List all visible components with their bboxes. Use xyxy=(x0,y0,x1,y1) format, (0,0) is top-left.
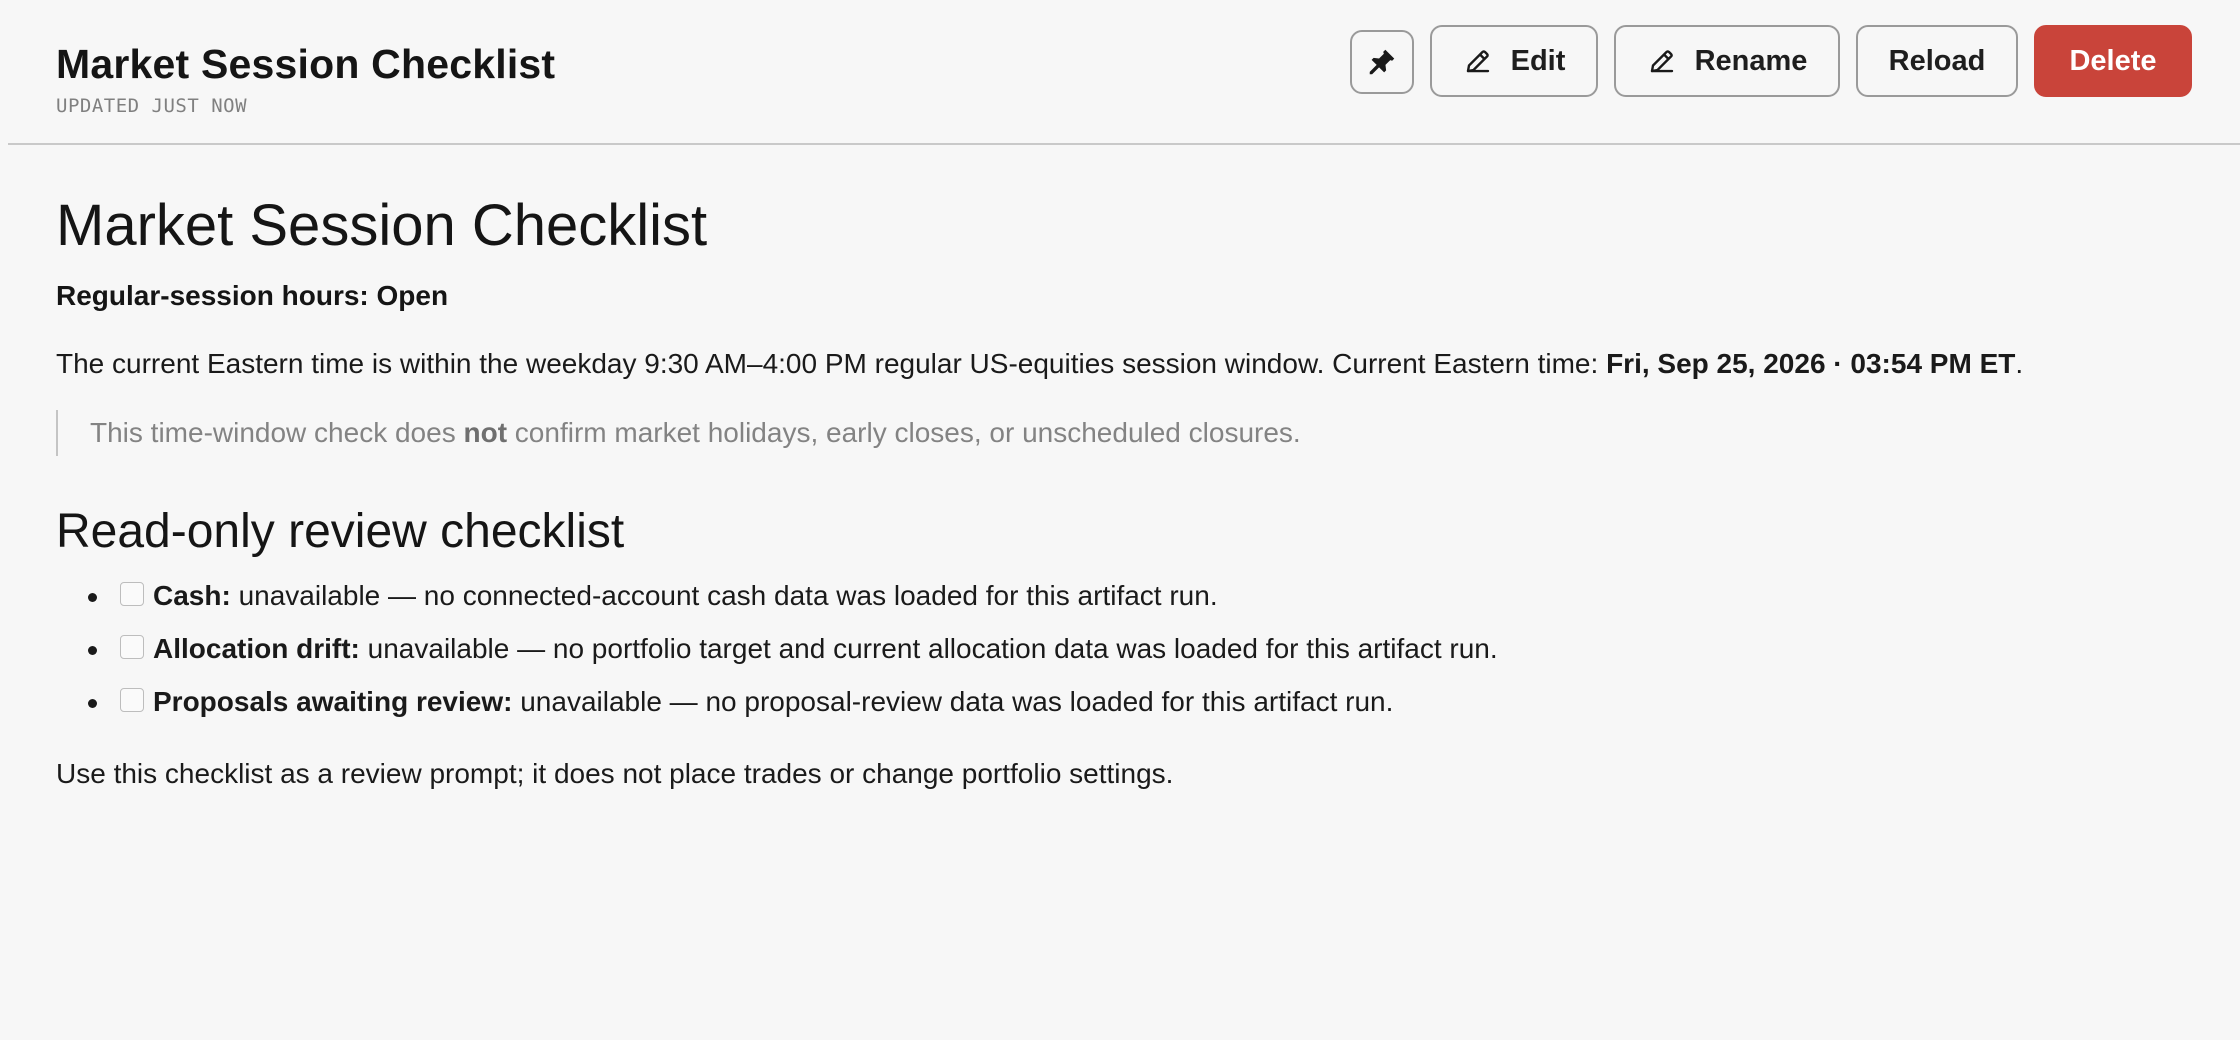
pencil-icon xyxy=(1647,46,1677,76)
pencil-icon xyxy=(1463,46,1493,76)
edit-button[interactable]: Edit xyxy=(1430,25,1598,97)
usage-note: Use this checklist as a review prompt; i… xyxy=(56,758,1174,789)
document-title: Market Session Checklist xyxy=(56,193,708,258)
pin-icon xyxy=(1366,46,1398,78)
checklist-item-text: Allocation drift: unavailable — no portf… xyxy=(153,631,1498,667)
note-text-after: confirm market holidays, early closes, o… xyxy=(507,417,1301,448)
edit-button-label: Edit xyxy=(1510,44,1566,77)
pin-button[interactable] xyxy=(1350,30,1414,94)
current-eastern-time: Fri, Sep 25, 2026 · 03:54 PM ET xyxy=(1606,348,2016,379)
reload-button-label: Reload xyxy=(1888,44,1986,77)
delete-button[interactable]: Delete xyxy=(2034,25,2192,97)
checkbox-cash[interactable] xyxy=(120,582,144,606)
checklist-item-label: Cash: xyxy=(153,580,231,611)
checklist-item-text: Cash: unavailable — no connected-account… xyxy=(153,578,1218,614)
checklist-item-detail: unavailable — no proposal-review data wa… xyxy=(512,686,1394,717)
rename-button-label: Rename xyxy=(1694,44,1808,77)
intro-end: . xyxy=(2015,348,2024,379)
note-text-before: This time-window check does xyxy=(90,417,464,448)
intro-text: The current Eastern time is within the w… xyxy=(56,348,1607,379)
rename-button[interactable]: Rename xyxy=(1614,25,1840,97)
holiday-disclaimer-note: This time-window check does not confirm … xyxy=(56,410,1301,456)
bullet xyxy=(88,646,97,655)
note-text-bold: not xyxy=(463,417,508,448)
reload-button[interactable]: Reload xyxy=(1856,25,2018,97)
bullet xyxy=(88,699,97,708)
session-description: The current Eastern time is within the w… xyxy=(56,346,2023,382)
header-title: Market Session Checklist xyxy=(56,41,556,87)
checkbox-allocation-drift[interactable] xyxy=(120,635,144,659)
checkbox-proposals[interactable] xyxy=(120,688,144,712)
checklist-item-label: Allocation drift: xyxy=(153,633,360,664)
section-title: Read-only review checklist xyxy=(56,505,625,558)
bullet xyxy=(88,593,97,602)
updated-timestamp: UPDATED JUST NOW xyxy=(56,95,248,117)
header-divider xyxy=(8,143,2240,145)
artifact-header: Market Session Checklist UPDATED JUST NO… xyxy=(0,0,2240,145)
session-status: Regular-session hours: Open xyxy=(56,280,449,311)
checklist-item-detail: unavailable — no portfolio target and cu… xyxy=(359,633,1498,664)
checklist-item-text: Proposals awaiting review: unavailable —… xyxy=(153,684,1393,720)
delete-button-label: Delete xyxy=(2069,44,2157,77)
checklist-item-detail: unavailable — no connected-account cash … xyxy=(230,580,1218,611)
checklist-item-label: Proposals awaiting review: xyxy=(153,686,513,717)
